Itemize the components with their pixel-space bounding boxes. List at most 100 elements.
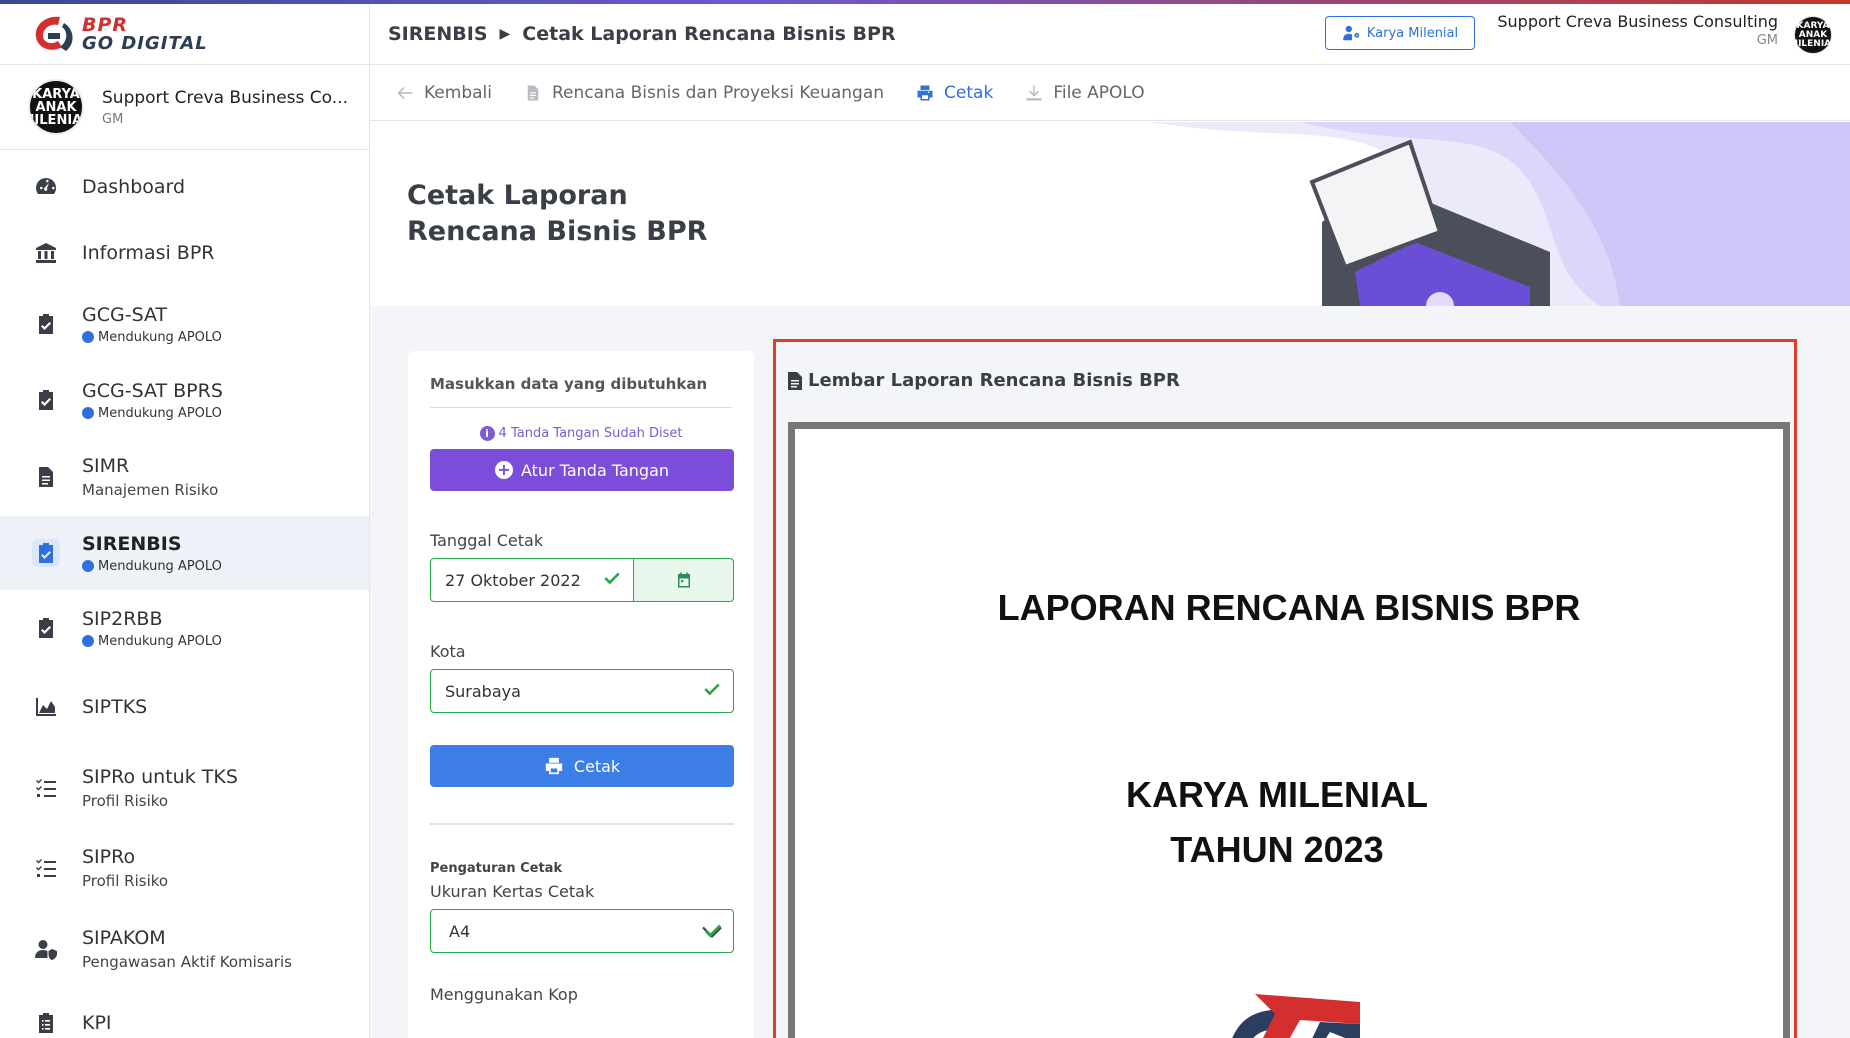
set-signature-label: Atur Tanda Tangan bbox=[520, 460, 670, 480]
report-company: KARYA MILENIAL bbox=[1125, 774, 1428, 815]
apolo-dot-icon bbox=[82, 560, 94, 572]
back-button[interactable]: Kembali bbox=[396, 83, 492, 103]
apolo-dot-icon bbox=[82, 635, 94, 647]
sidebar-item-sub: Pengawasan Aktif Komisaris bbox=[82, 953, 292, 971]
print-button[interactable]: Cetak bbox=[430, 745, 734, 787]
sidebar-item-label: SIMR bbox=[82, 455, 130, 477]
sidebar-item-sub: Mendukung APOLO bbox=[98, 329, 222, 345]
date-input[interactable]: 27 Oktober 2022 bbox=[430, 558, 634, 602]
sidebar-item-sipro-untuk-tks[interactable]: SIPRo untuk TKS Profil Risiko bbox=[0, 748, 369, 828]
sidebar-item-label: SIP2RBB bbox=[82, 607, 163, 630]
info-icon: i bbox=[479, 426, 495, 441]
paper-size-select[interactable]: A4 bbox=[430, 909, 734, 953]
calendar-icon bbox=[677, 572, 690, 588]
sidebar-item-simr[interactable]: SIMR Manajemen Risiko bbox=[0, 438, 369, 516]
bpr-logo-icon bbox=[1232, 994, 1360, 1038]
clipboard-list-icon bbox=[32, 1009, 60, 1037]
city-value: Surabaya bbox=[445, 681, 521, 701]
file-icon bbox=[788, 371, 802, 390]
arrow-left-icon bbox=[397, 86, 413, 99]
paper-size-label: Ukuran Kertas Cetak bbox=[430, 882, 595, 901]
document-icon bbox=[32, 463, 60, 491]
back-label: Kembali bbox=[424, 82, 492, 103]
clipboard-check-icon bbox=[32, 614, 60, 642]
sidebar-item-label: Dashboard bbox=[82, 176, 186, 198]
avatar[interactable]: KARYA ANAK MILENIAL bbox=[1789, 16, 1837, 54]
date-field-group: 27 Oktober 2022 bbox=[430, 558, 734, 602]
set-signature-button[interactable]: + Atur Tanda Tangan bbox=[430, 449, 734, 491]
sidebar-item-sirenbis[interactable]: SIRENBIS Mendukung APOLO bbox=[0, 516, 369, 590]
sidebar-item-gcg-sat[interactable]: GCG-SAT Mendukung APOLO bbox=[0, 286, 369, 362]
sidebar: BPR GO DIGITAL KARYA ANAK MILENIAL Suppo… bbox=[0, 4, 370, 1038]
sidebar-user[interactable]: KARYA ANAK MILENIAL Support Creva Busine… bbox=[0, 65, 369, 150]
sidebar-item-label: SIPTKS bbox=[82, 696, 148, 718]
print-button-label: Cetak bbox=[573, 756, 621, 776]
page-header: Cetak Laporan Rencana Bisnis BPR bbox=[370, 122, 1850, 306]
date-label: Tanggal Cetak bbox=[430, 531, 544, 550]
sidebar-item-label: Informasi BPR bbox=[82, 242, 215, 264]
karya-milenial-label: Karya Milenial bbox=[1366, 25, 1459, 41]
sidebar-menu: Dashboard Informasi BPR GCG-SAT Mendukun… bbox=[0, 150, 369, 1038]
task-list-icon bbox=[32, 854, 60, 882]
printer-icon bbox=[545, 757, 562, 775]
plus-circle-icon: + bbox=[494, 461, 513, 479]
sidebar-item-kpi[interactable]: KPI bbox=[0, 990, 369, 1038]
sidebar-item-siptks[interactable]: SIPTKS bbox=[0, 666, 369, 748]
sidebar-item-label: GCG-SAT bbox=[82, 303, 168, 326]
sidebar-item-sub: Profil Risiko bbox=[82, 792, 169, 810]
top-user-role: GM bbox=[1756, 33, 1778, 48]
user-gear-icon bbox=[1343, 25, 1360, 41]
sidebar-item-informasi-bpr[interactable]: Informasi BPR bbox=[0, 220, 369, 286]
chevron-down-icon bbox=[702, 924, 722, 938]
download-icon bbox=[1026, 85, 1042, 100]
sidebar-item-sub: Mendukung APOLO bbox=[98, 633, 222, 649]
paper-size-value: A4 bbox=[449, 921, 471, 941]
action-bar: Kembali Rencana Bisnis dan Proyeksi Keua… bbox=[370, 65, 1850, 121]
bank-icon bbox=[32, 239, 60, 267]
breadcrumb-page: Cetak Laporan Rencana Bisnis BPR bbox=[522, 23, 896, 45]
sidebar-item-label: SIPRo untuk TKS bbox=[82, 766, 238, 788]
print-form-card: Masukkan data yang dibutuhkan i 4 Tanda … bbox=[408, 351, 754, 1038]
page-title-line-2: Rencana Bisnis BPR bbox=[407, 216, 708, 247]
sidebar-item-sipro[interactable]: SIPRo Profil Risiko bbox=[0, 828, 369, 908]
sidebar-item-sub: Profil Risiko bbox=[82, 872, 169, 890]
sidebar-item-dashboard[interactable]: Dashboard bbox=[0, 154, 369, 220]
sidebar-item-label: SIPRo bbox=[82, 846, 136, 868]
sidebar-item-sub: Mendukung APOLO bbox=[98, 405, 222, 421]
sidebar-item-sub: Manajemen Risiko bbox=[82, 481, 219, 499]
print-tab-button[interactable]: Cetak bbox=[916, 83, 993, 103]
page-title: Cetak Laporan Rencana Bisnis BPR bbox=[407, 178, 707, 250]
user-shield-icon bbox=[32, 935, 60, 963]
form-heading: Masukkan data yang dibutuhkan bbox=[430, 375, 732, 408]
rencana-bisnis-button[interactable]: Rencana Bisnis dan Proyeksi Keuangan bbox=[524, 83, 884, 103]
top-user-info[interactable]: Support Creva Business Consulting GM bbox=[1497, 12, 1778, 48]
task-list-icon bbox=[32, 774, 60, 802]
sidebar-item-sipakom[interactable]: SIPAKOM Pengawasan Aktif Komisaris bbox=[0, 908, 369, 990]
dashboard-icon bbox=[32, 173, 60, 201]
print-settings-label: Pengaturan Cetak bbox=[430, 861, 563, 876]
report-year: TAHUN 2023 bbox=[1170, 829, 1384, 870]
check-icon bbox=[704, 683, 720, 696]
file-apolo-button[interactable]: File APOLO bbox=[1025, 83, 1145, 103]
clipboard-check-icon bbox=[32, 310, 60, 338]
avatar: KARYA ANAK MILENIAL bbox=[28, 79, 84, 135]
top-user-name: Support Creva Business Consulting bbox=[1497, 12, 1778, 31]
karya-milenial-button[interactable]: Karya Milenial bbox=[1325, 16, 1475, 50]
sidebar-item-sip2rbb[interactable]: SIP2RBB Mendukung APOLO bbox=[0, 590, 369, 666]
user-role: GM bbox=[102, 111, 124, 127]
top-bar: SIRENBIS ▶ Cetak Laporan Rencana Bisnis … bbox=[370, 4, 1850, 65]
calendar-button[interactable] bbox=[634, 558, 734, 602]
breadcrumb-section[interactable]: SIRENBIS bbox=[388, 23, 488, 45]
bpr-logo[interactable]: BPR GO DIGITAL bbox=[30, 13, 208, 55]
date-value: 27 Oktober 2022 bbox=[445, 570, 581, 590]
report-preview: Lembar Laporan Rencana Bisnis BPR LAPORA… bbox=[773, 339, 1797, 1038]
user-name: Support Creva Business Co... bbox=[102, 87, 348, 108]
clipboard-check-icon bbox=[32, 539, 60, 567]
page-title-line-1: Cetak Laporan bbox=[407, 180, 628, 211]
sidebar-item-gcg-sat-bprs[interactable]: GCG-SAT BPRS Mendukung APOLO bbox=[0, 362, 369, 438]
city-input[interactable]: Surabaya bbox=[430, 669, 734, 713]
apolo-dot-icon bbox=[82, 331, 94, 343]
report-page[interactable]: LAPORAN RENCANA BISNIS BPR KARYA MILENIA… bbox=[788, 422, 1790, 1038]
area-chart-icon bbox=[32, 693, 60, 721]
sidebar-item-label: SIPAKOM bbox=[82, 927, 166, 949]
